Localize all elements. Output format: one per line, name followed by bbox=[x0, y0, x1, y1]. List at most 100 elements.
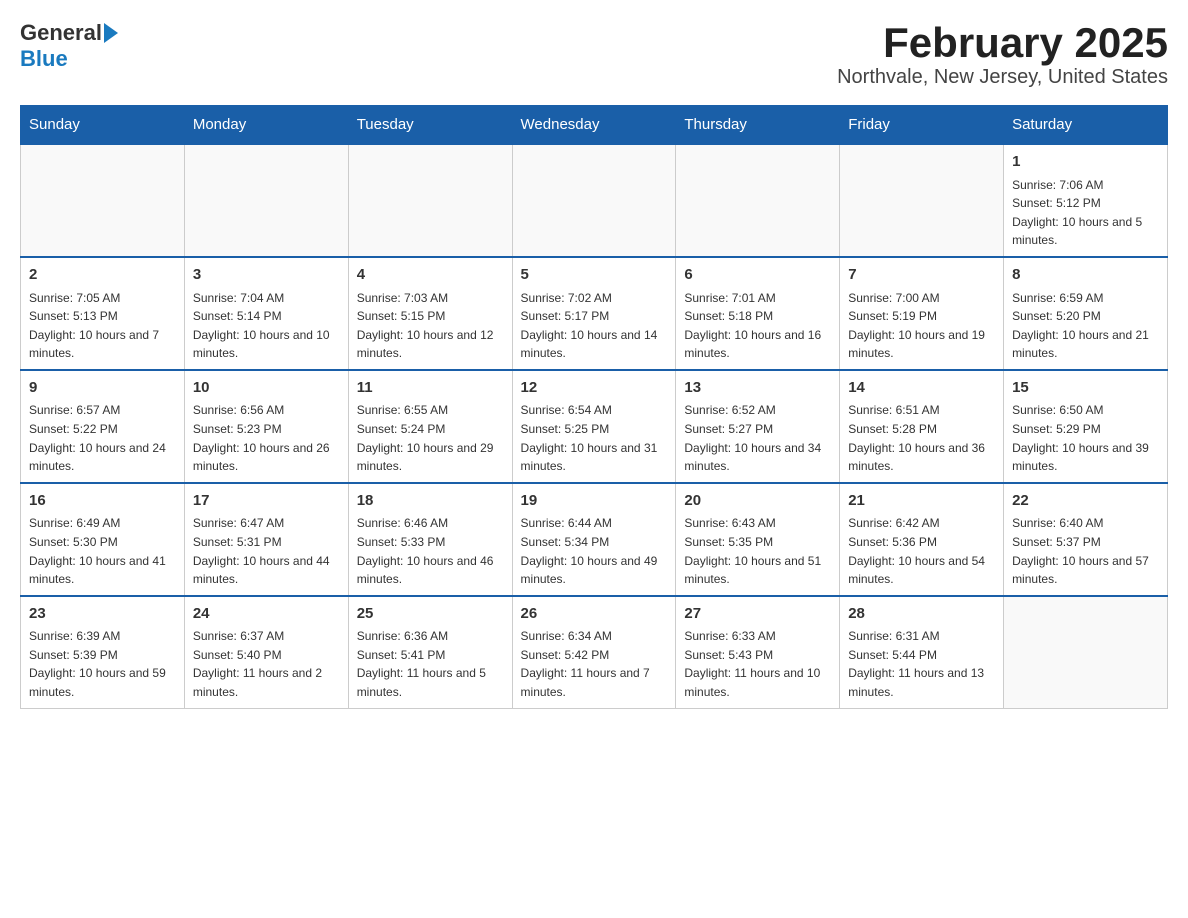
calendar-header-row: SundayMondayTuesdayWednesdayThursdayFrid… bbox=[21, 106, 1168, 145]
day-info: Sunrise: 6:44 AMSunset: 5:34 PMDaylight:… bbox=[521, 514, 668, 588]
day-info: Sunrise: 6:55 AMSunset: 5:24 PMDaylight:… bbox=[357, 401, 504, 475]
day-info: Sunrise: 7:02 AMSunset: 5:17 PMDaylight:… bbox=[521, 289, 668, 363]
day-number: 14 bbox=[848, 377, 995, 400]
page-title: February 2025 bbox=[837, 20, 1168, 66]
day-info: Sunrise: 6:56 AMSunset: 5:23 PMDaylight:… bbox=[193, 401, 340, 475]
header-thursday: Thursday bbox=[676, 106, 840, 145]
day-cell: 16Sunrise: 6:49 AMSunset: 5:30 PMDayligh… bbox=[21, 483, 185, 596]
day-info: Sunrise: 6:31 AMSunset: 5:44 PMDaylight:… bbox=[848, 627, 995, 701]
week-row-2: 2Sunrise: 7:05 AMSunset: 5:13 PMDaylight… bbox=[21, 257, 1168, 370]
week-row-1: 1Sunrise: 7:06 AMSunset: 5:12 PMDaylight… bbox=[21, 144, 1168, 257]
day-info: Sunrise: 6:59 AMSunset: 5:20 PMDaylight:… bbox=[1012, 289, 1159, 363]
day-cell bbox=[184, 144, 348, 257]
day-info: Sunrise: 6:54 AMSunset: 5:25 PMDaylight:… bbox=[521, 401, 668, 475]
header-saturday: Saturday bbox=[1004, 106, 1168, 145]
page-subtitle: Northvale, New Jersey, United States bbox=[837, 66, 1168, 89]
day-number: 25 bbox=[357, 603, 504, 626]
day-info: Sunrise: 6:37 AMSunset: 5:40 PMDaylight:… bbox=[193, 627, 340, 701]
day-number: 8 bbox=[1012, 264, 1159, 287]
header-wednesday: Wednesday bbox=[512, 106, 676, 145]
day-cell: 24Sunrise: 6:37 AMSunset: 5:40 PMDayligh… bbox=[184, 596, 348, 708]
day-cell: 14Sunrise: 6:51 AMSunset: 5:28 PMDayligh… bbox=[840, 370, 1004, 483]
day-number: 27 bbox=[684, 603, 831, 626]
day-cell: 28Sunrise: 6:31 AMSunset: 5:44 PMDayligh… bbox=[840, 596, 1004, 708]
header-monday: Monday bbox=[184, 106, 348, 145]
day-info: Sunrise: 7:03 AMSunset: 5:15 PMDaylight:… bbox=[357, 289, 504, 363]
day-info: Sunrise: 6:42 AMSunset: 5:36 PMDaylight:… bbox=[848, 514, 995, 588]
day-info: Sunrise: 6:33 AMSunset: 5:43 PMDaylight:… bbox=[684, 627, 831, 701]
day-number: 7 bbox=[848, 264, 995, 287]
day-cell: 26Sunrise: 6:34 AMSunset: 5:42 PMDayligh… bbox=[512, 596, 676, 708]
day-number: 6 bbox=[684, 264, 831, 287]
header-sunday: Sunday bbox=[21, 106, 185, 145]
day-info: Sunrise: 6:40 AMSunset: 5:37 PMDaylight:… bbox=[1012, 514, 1159, 588]
day-info: Sunrise: 7:05 AMSunset: 5:13 PMDaylight:… bbox=[29, 289, 176, 363]
day-number: 19 bbox=[521, 490, 668, 513]
day-cell bbox=[1004, 596, 1168, 708]
day-number: 10 bbox=[193, 377, 340, 400]
day-number: 21 bbox=[848, 490, 995, 513]
day-number: 3 bbox=[193, 264, 340, 287]
day-cell: 21Sunrise: 6:42 AMSunset: 5:36 PMDayligh… bbox=[840, 483, 1004, 596]
day-cell: 9Sunrise: 6:57 AMSunset: 5:22 PMDaylight… bbox=[21, 370, 185, 483]
day-number: 12 bbox=[521, 377, 668, 400]
day-cell: 18Sunrise: 6:46 AMSunset: 5:33 PMDayligh… bbox=[348, 483, 512, 596]
day-info: Sunrise: 6:39 AMSunset: 5:39 PMDaylight:… bbox=[29, 627, 176, 701]
day-info: Sunrise: 7:01 AMSunset: 5:18 PMDaylight:… bbox=[684, 289, 831, 363]
day-cell: 22Sunrise: 6:40 AMSunset: 5:37 PMDayligh… bbox=[1004, 483, 1168, 596]
day-cell: 2Sunrise: 7:05 AMSunset: 5:13 PMDaylight… bbox=[21, 257, 185, 370]
day-number: 23 bbox=[29, 603, 176, 626]
day-cell: 1Sunrise: 7:06 AMSunset: 5:12 PMDaylight… bbox=[1004, 144, 1168, 257]
day-cell bbox=[840, 144, 1004, 257]
day-number: 2 bbox=[29, 264, 176, 287]
day-number: 1 bbox=[1012, 151, 1159, 174]
day-cell: 17Sunrise: 6:47 AMSunset: 5:31 PMDayligh… bbox=[184, 483, 348, 596]
day-cell bbox=[512, 144, 676, 257]
day-number: 18 bbox=[357, 490, 504, 513]
day-info: Sunrise: 6:57 AMSunset: 5:22 PMDaylight:… bbox=[29, 401, 176, 475]
day-cell: 8Sunrise: 6:59 AMSunset: 5:20 PMDaylight… bbox=[1004, 257, 1168, 370]
day-info: Sunrise: 6:36 AMSunset: 5:41 PMDaylight:… bbox=[357, 627, 504, 701]
day-cell: 27Sunrise: 6:33 AMSunset: 5:43 PMDayligh… bbox=[676, 596, 840, 708]
day-number: 13 bbox=[684, 377, 831, 400]
day-cell: 13Sunrise: 6:52 AMSunset: 5:27 PMDayligh… bbox=[676, 370, 840, 483]
logo: General Blue bbox=[20, 20, 120, 72]
day-number: 16 bbox=[29, 490, 176, 513]
day-info: Sunrise: 6:43 AMSunset: 5:35 PMDaylight:… bbox=[684, 514, 831, 588]
day-info: Sunrise: 6:52 AMSunset: 5:27 PMDaylight:… bbox=[684, 401, 831, 475]
day-cell: 3Sunrise: 7:04 AMSunset: 5:14 PMDaylight… bbox=[184, 257, 348, 370]
day-cell: 11Sunrise: 6:55 AMSunset: 5:24 PMDayligh… bbox=[348, 370, 512, 483]
day-info: Sunrise: 6:49 AMSunset: 5:30 PMDaylight:… bbox=[29, 514, 176, 588]
day-number: 17 bbox=[193, 490, 340, 513]
day-number: 22 bbox=[1012, 490, 1159, 513]
title-block: February 2025 Northvale, New Jersey, Uni… bbox=[837, 20, 1168, 89]
day-info: Sunrise: 6:51 AMSunset: 5:28 PMDaylight:… bbox=[848, 401, 995, 475]
day-info: Sunrise: 6:34 AMSunset: 5:42 PMDaylight:… bbox=[521, 627, 668, 701]
logo-arrow-icon bbox=[104, 23, 118, 43]
day-number: 11 bbox=[357, 377, 504, 400]
day-info: Sunrise: 7:00 AMSunset: 5:19 PMDaylight:… bbox=[848, 289, 995, 363]
day-cell: 10Sunrise: 6:56 AMSunset: 5:23 PMDayligh… bbox=[184, 370, 348, 483]
calendar-table: SundayMondayTuesdayWednesdayThursdayFrid… bbox=[20, 105, 1168, 708]
day-info: Sunrise: 7:04 AMSunset: 5:14 PMDaylight:… bbox=[193, 289, 340, 363]
day-number: 5 bbox=[521, 264, 668, 287]
day-cell: 25Sunrise: 6:36 AMSunset: 5:41 PMDayligh… bbox=[348, 596, 512, 708]
day-number: 26 bbox=[521, 603, 668, 626]
day-info: Sunrise: 6:50 AMSunset: 5:29 PMDaylight:… bbox=[1012, 401, 1159, 475]
day-cell: 7Sunrise: 7:00 AMSunset: 5:19 PMDaylight… bbox=[840, 257, 1004, 370]
day-info: Sunrise: 7:06 AMSunset: 5:12 PMDaylight:… bbox=[1012, 176, 1159, 250]
day-cell bbox=[676, 144, 840, 257]
day-number: 9 bbox=[29, 377, 176, 400]
day-number: 24 bbox=[193, 603, 340, 626]
day-number: 20 bbox=[684, 490, 831, 513]
day-cell: 4Sunrise: 7:03 AMSunset: 5:15 PMDaylight… bbox=[348, 257, 512, 370]
day-cell: 20Sunrise: 6:43 AMSunset: 5:35 PMDayligh… bbox=[676, 483, 840, 596]
day-cell bbox=[21, 144, 185, 257]
week-row-3: 9Sunrise: 6:57 AMSunset: 5:22 PMDaylight… bbox=[21, 370, 1168, 483]
day-cell: 5Sunrise: 7:02 AMSunset: 5:17 PMDaylight… bbox=[512, 257, 676, 370]
day-number: 28 bbox=[848, 603, 995, 626]
day-cell: 15Sunrise: 6:50 AMSunset: 5:29 PMDayligh… bbox=[1004, 370, 1168, 483]
day-cell: 6Sunrise: 7:01 AMSunset: 5:18 PMDaylight… bbox=[676, 257, 840, 370]
page-header: General Blue February 2025 Northvale, Ne… bbox=[20, 20, 1168, 89]
logo-general-text: General bbox=[20, 20, 102, 46]
